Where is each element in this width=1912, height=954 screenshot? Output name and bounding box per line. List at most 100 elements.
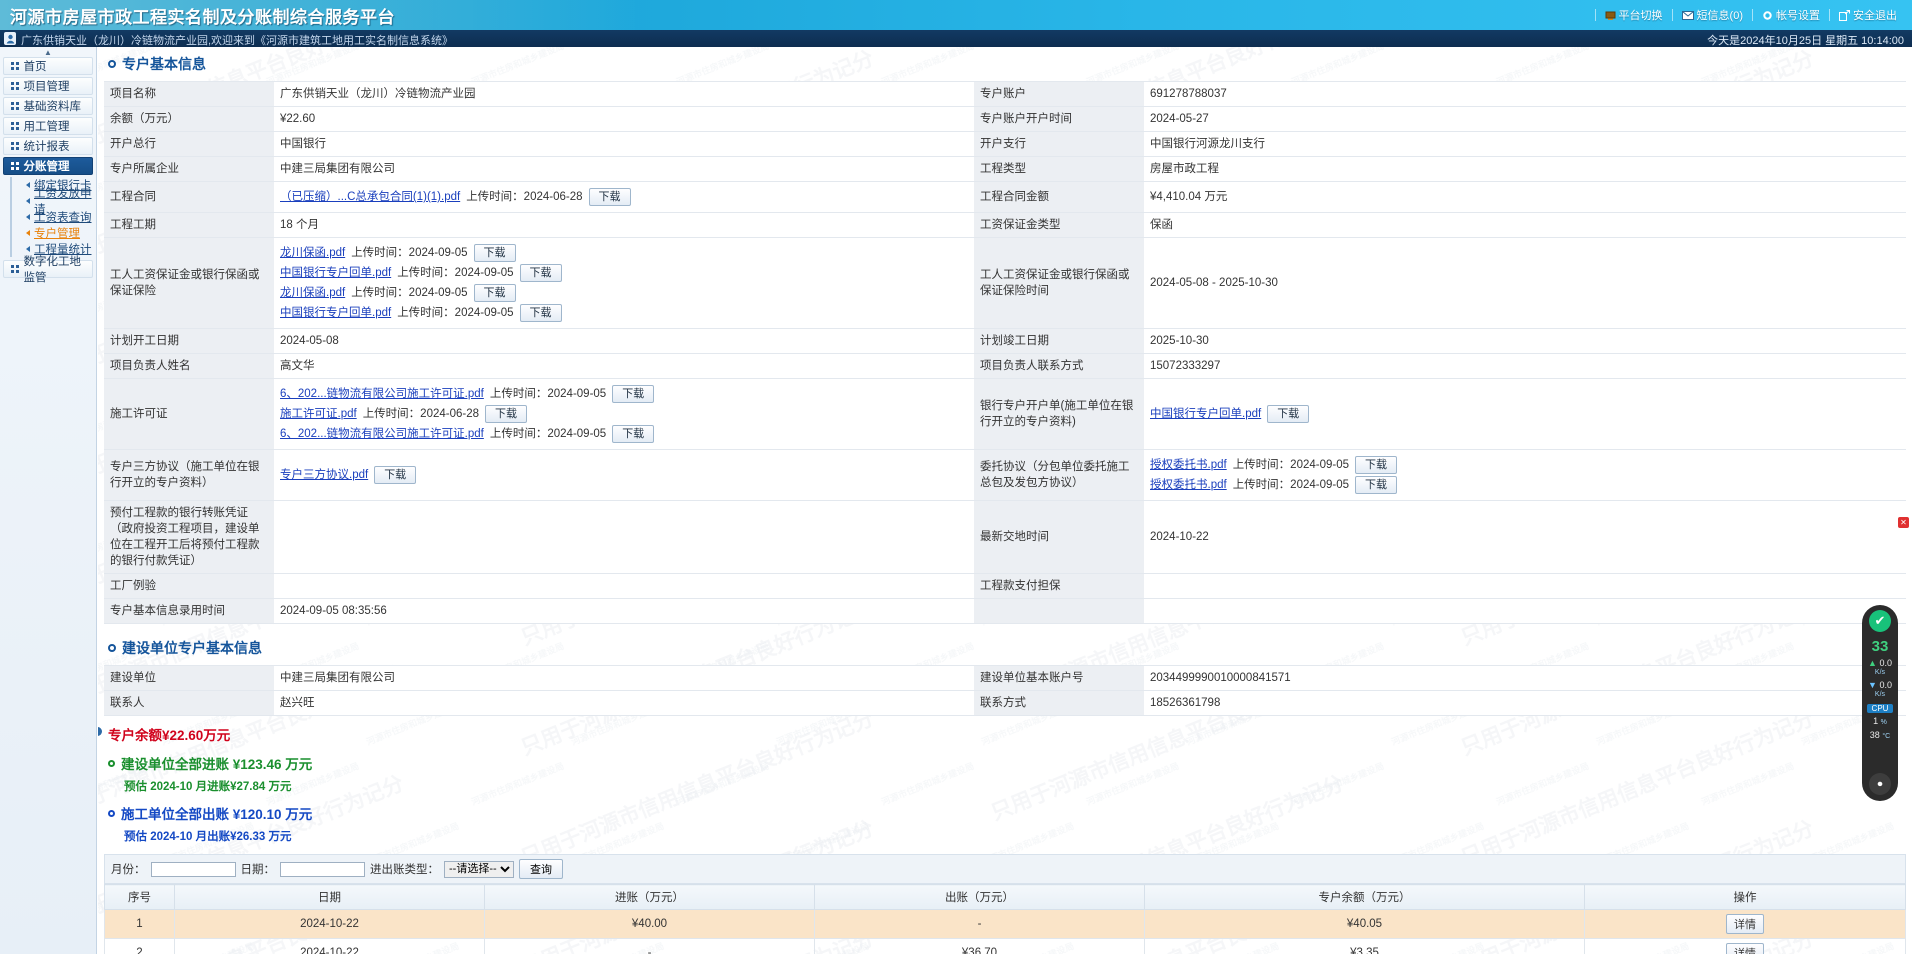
field-label: 项目负责人姓名 — [104, 353, 274, 379]
field-value — [1144, 573, 1906, 599]
sidebar-item-3[interactable]: 用工管理 — [3, 117, 93, 135]
sidebar-item-label: 数字化工地监管 — [23, 256, 82, 284]
download-button[interactable]: 下载 — [1267, 405, 1310, 423]
info-row: 工程合同 （已压缩）...C总承包合同(1)(1).pdf 上传时间：2024-06… — [104, 181, 1906, 213]
download-button[interactable]: 下载 — [612, 385, 655, 403]
cpu-usage: 1 % — [1873, 717, 1887, 727]
file-link[interactable]: 授权委托书.pdf — [1150, 457, 1227, 473]
sidebar-subitem-3[interactable]: 专户管理 — [26, 225, 96, 241]
field-value: 中国银行河源龙川支行 — [1144, 131, 1906, 157]
download-button[interactable]: 下载 — [374, 466, 417, 484]
field-value: 2024-10-22 — [1144, 500, 1906, 574]
info-row: 专户所属企业 中建三局集团有限公司 工程类型 房屋市政工程 — [104, 156, 1906, 182]
sidebar-item-4[interactable]: 统计报表 — [3, 137, 93, 155]
sidebar-item-1[interactable]: 项目管理 — [3, 77, 93, 95]
sidebar-item-label: 基础资料库 — [23, 101, 82, 113]
month-input[interactable] — [150, 861, 236, 877]
file-link[interactable]: 授权委托书.pdf — [1150, 477, 1227, 493]
upload-arrow-icon: ▲ — [1868, 658, 1877, 668]
detail-button[interactable]: 详情 — [1726, 943, 1764, 954]
file-link[interactable]: 6、202...链物流有限公司施工许可证.pdf — [280, 426, 484, 442]
file-row: 中国银行专户回单.pdf 上传时间：2024-09-05 下载 — [280, 304, 968, 322]
platform-switch-button[interactable]: 平台切换 — [1596, 7, 1672, 23]
page-title: 河源市房屋市政工程实名制及分账制综合服务平台 — [10, 8, 395, 27]
file-link[interactable]: 专户三方协议.pdf — [280, 467, 368, 483]
field-value: 专户三方协议.pdf 下载 — [274, 449, 974, 501]
field-label: 专户账户开户时间 — [974, 106, 1144, 132]
triangle-icon — [26, 246, 30, 252]
download-button[interactable]: 下载 — [612, 425, 655, 443]
download-button[interactable]: 下载 — [485, 405, 528, 423]
file-link[interactable]: 中国银行专户回单.pdf — [280, 305, 391, 321]
account-settings-button[interactable]: 帐号设置 — [1753, 7, 1829, 23]
sidebar-item-5[interactable]: 分账管理 — [3, 157, 93, 175]
query-button[interactable]: 查询 — [519, 859, 563, 879]
bullet-icon — [108, 60, 116, 68]
value-text: 2024-05-08 — [280, 335, 339, 347]
detail-button[interactable]: 详情 — [1726, 914, 1764, 934]
main-layout: ▲ 首页项目管理基础资料库用工管理统计报表分账管理绑定银行卡 工资发放申请 工资表查… — [0, 47, 1912, 954]
field-value: 赵兴旺 — [274, 690, 974, 716]
info-row: 施工许可证 6、202...链物流有限公司施工许可证.pdf 上传时间：2024-0… — [104, 378, 1906, 450]
file-link[interactable]: 龙川保函.pdf — [280, 285, 345, 301]
value-text: 广东供销天业（龙川）冷链物流产业园 — [280, 88, 476, 100]
value-text: 保函 — [1150, 219, 1173, 231]
info-row: 专户三方协议（施工单位在银行开立的专户资料） 专户三方协议.pdf 下载 委托协议（分… — [104, 449, 1906, 501]
monitor-action-icon[interactable]: ⏺ — [1869, 773, 1891, 795]
check-icon: ✔ — [1869, 610, 1891, 632]
sidebar-subitem-2[interactable]: 工资表查询 — [26, 209, 96, 225]
field-label: 工程款支付担保 — [974, 573, 1144, 599]
download-button[interactable]: 下载 — [473, 284, 516, 302]
grid-icon — [11, 82, 19, 90]
sidebar-subitem-1[interactable]: 工资发放申请 — [26, 188, 96, 216]
sidebar-item-6[interactable]: 数字化工地监管 — [3, 256, 93, 284]
file-link[interactable]: （已压缩）...C总承包合同(1)(1).pdf — [280, 189, 460, 205]
table-row: 1 2024-10-22 ¥40.00- ¥40.05 详情 — [104, 909, 1906, 939]
file-link[interactable]: 中国银行专户回单.pdf — [1150, 406, 1261, 422]
field-label: 最新交地时间 — [974, 500, 1144, 574]
messages-button[interactable]: 短信息(0) — [1673, 7, 1752, 23]
date-input[interactable] — [280, 861, 365, 877]
download-button[interactable]: 下载 — [519, 304, 562, 322]
download-button[interactable]: 下载 — [1355, 456, 1398, 474]
download-button[interactable]: 下载 — [588, 188, 631, 206]
download-button[interactable]: 下载 — [1355, 476, 1398, 494]
transaction-type-select[interactable]: --请选择--进账出账 — [444, 860, 514, 878]
value-text: 中国银行河源龙川支行 — [1150, 138, 1265, 150]
sidebar-item-2[interactable]: 基础资料库 — [3, 97, 93, 115]
file-upload-time: 上传时间：2024-06-28 — [362, 408, 480, 420]
sidebar-collapse-button[interactable]: ▲ — [0, 47, 96, 57]
temp-value: 38 — [1869, 730, 1880, 740]
scroll-handle[interactable] — [98, 727, 102, 736]
file-link[interactable]: 6、202...链物流有限公司施工许可证.pdf — [280, 386, 484, 402]
field-label: 专户基本信息录用时间 — [104, 598, 274, 624]
field-label: 工人工资保证金或银行保函或保证保险时间 — [974, 237, 1144, 329]
file-link[interactable]: 施工许可证.pdf — [280, 406, 357, 422]
system-monitor-widget[interactable]: ✔ 33 ▲ 0.0 K/s ▼ 0.0 K/s CPU 1 % 38 °C ⏺ — [1862, 605, 1898, 801]
cell-income: - — [484, 938, 815, 954]
section2-title-label: 建设单位专户基本信息 — [122, 640, 262, 656]
total-outgo-label: 施工单位全部出账 ¥120.10 万元 — [121, 807, 313, 822]
file-row: 施工许可证.pdf 上传时间：2024-06-28 下载 — [280, 405, 968, 423]
download-button[interactable]: 下载 — [473, 244, 516, 262]
cell-outgo: - — [814, 909, 1145, 939]
field-value: 广东供销天业（龙川）冷链物流产业园 — [274, 81, 974, 107]
value-text: 2034499990010000841571 — [1150, 672, 1291, 684]
field-label: 余额（万元） — [104, 106, 274, 132]
platform-switch-icon — [1605, 10, 1616, 21]
file-link[interactable]: 中国银行专户回单.pdf — [280, 265, 391, 281]
download-button[interactable]: 下载 — [519, 264, 562, 282]
sidebar-item-0[interactable]: 首页 — [3, 57, 93, 75]
file-upload-time: 上传时间：2024-09-05 — [351, 287, 468, 299]
file-row: 授权委托书.pdf 上传时间：2024-09-05 下载 — [1150, 476, 1900, 494]
value-text: ¥22.60 — [280, 113, 316, 125]
upload-value: 0.0 — [1879, 658, 1892, 668]
field-value: 2024-09-05 08:35:56 — [274, 598, 974, 624]
sidebar-submenu: 绑定银行卡 工资发放申请 工资表查询 专户管理 工程量统计 — [10, 177, 96, 257]
logout-button[interactable]: 安全退出 — [1830, 7, 1906, 23]
owner-info-table: 建设单位 中建三局集团有限公司 建设单位基本账户号 20344999900100008… — [104, 665, 1906, 716]
field-value: 18 个月 — [274, 212, 974, 238]
file-link[interactable]: 龙川保函.pdf — [280, 245, 345, 261]
cell-balance: ¥3.35 — [1144, 938, 1585, 954]
notification-marker[interactable]: ✕ — [1898, 517, 1909, 528]
